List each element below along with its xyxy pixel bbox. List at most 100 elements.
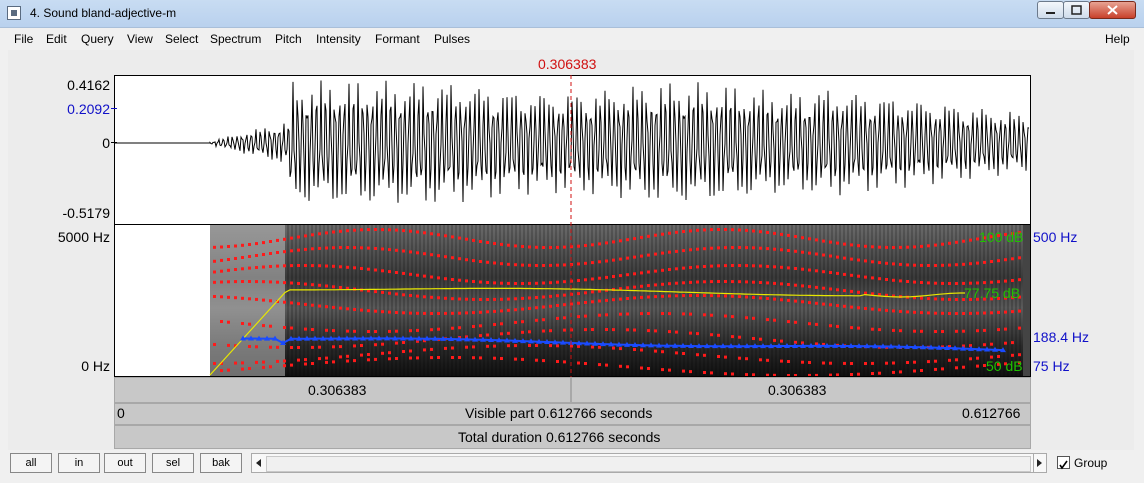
menu-view[interactable]: View [127, 32, 153, 46]
formant-point [815, 301, 818, 305]
formant-point [339, 265, 342, 269]
title-bar[interactable]: 4. Sound bland-adjective-m [0, 0, 1144, 28]
formant-point [304, 362, 307, 366]
formant-point [304, 302, 307, 306]
maximize-button[interactable] [1063, 1, 1090, 19]
formant-point [458, 257, 461, 261]
formant-point [661, 350, 664, 354]
formant-point [829, 361, 832, 365]
formant-point [976, 329, 979, 333]
formant-point [577, 292, 580, 296]
formant-point [976, 356, 979, 360]
formant-point [584, 244, 587, 247]
formant-point [738, 246, 741, 249]
formant-point [633, 272, 636, 276]
formant-point [262, 365, 265, 369]
formant-point [997, 328, 1000, 332]
formant-point [654, 295, 657, 299]
formant-point [843, 242, 846, 246]
formant-point [710, 280, 713, 284]
zoom-sel-button[interactable]: sel [152, 453, 194, 473]
menu-edit[interactable]: Edit [46, 32, 67, 46]
horizontal-scrollbar[interactable] [251, 453, 1046, 473]
formant-point [276, 264, 279, 268]
formant-point [584, 301, 587, 304]
menu-formant[interactable]: Formant [375, 32, 420, 46]
formant-point [507, 297, 510, 301]
formant-point [514, 357, 517, 361]
formant-point [528, 330, 531, 334]
formant-point [367, 330, 370, 333]
formant-point [682, 230, 685, 233]
formant-point [647, 295, 650, 299]
formant-point [1018, 278, 1021, 282]
formant-point [899, 262, 902, 266]
menu-select[interactable]: Select [165, 32, 198, 46]
formant-point [892, 361, 895, 365]
formant-point [878, 261, 881, 265]
formant-point [458, 297, 461, 301]
formant-point [836, 288, 839, 292]
waveform-yzero-label: 0 [102, 135, 110, 151]
menu-file[interactable]: File [14, 32, 33, 46]
waveform-ymin-label: -0.5179 [62, 205, 110, 221]
formant-point [262, 324, 265, 328]
menu-intensity[interactable]: Intensity [316, 32, 361, 46]
formant-point [710, 246, 713, 250]
scroll-left-arrow-icon[interactable] [254, 458, 264, 468]
menu-pitch[interactable]: Pitch [275, 32, 302, 46]
formant-point [836, 373, 839, 376]
formant-point [990, 311, 993, 315]
formant-point [416, 251, 419, 255]
formant-point [353, 308, 356, 311]
formant-point [591, 243, 594, 247]
formant-point [724, 372, 727, 376]
zoom-in-button[interactable]: in [58, 453, 100, 473]
menu-spectrum[interactable]: Spectrum [210, 32, 261, 46]
formant-point [815, 322, 818, 326]
formant-point [675, 267, 678, 271]
formant-point [696, 294, 699, 297]
window-icon[interactable] [7, 6, 21, 20]
formant-point [934, 243, 937, 247]
scroll-right-button[interactable] [1033, 453, 1047, 473]
formant-point [283, 300, 286, 304]
formant-point [990, 280, 993, 284]
formant-point [507, 344, 510, 348]
menu-query[interactable]: Query [81, 32, 114, 46]
formant-point [479, 260, 482, 263]
formant-point [311, 362, 314, 365]
minimize-button[interactable] [1037, 1, 1064, 19]
menu-pulses[interactable]: Pulses [434, 32, 470, 46]
zoom-all-button[interactable]: all [10, 453, 52, 473]
scroll-thumb[interactable] [266, 456, 1031, 472]
group-checkbox[interactable] [1057, 456, 1070, 470]
formant-point [885, 361, 888, 365]
formant-point [220, 295, 223, 299]
formant-point [290, 346, 293, 349]
formant-point [640, 254, 643, 258]
formant-point [437, 296, 440, 300]
zoom-back-button[interactable]: bak [200, 453, 242, 473]
formant-point [787, 320, 790, 324]
formant-point [325, 284, 328, 288]
zoom-out-button[interactable]: out [104, 453, 146, 473]
formant-point [409, 294, 412, 297]
formant-point [430, 253, 433, 257]
close-button[interactable] [1089, 1, 1136, 19]
formant-point [696, 280, 699, 284]
formant-point [493, 242, 496, 245]
formant-point [654, 252, 657, 256]
formant-point [668, 312, 671, 316]
formant-point [829, 287, 832, 291]
formant-point [808, 285, 811, 289]
formant-point [710, 228, 713, 232]
formant-point [283, 359, 286, 363]
formant-point [836, 324, 839, 328]
segment-left-label: 0.306383 [308, 382, 367, 398]
freq-bottom-label: 0 Hz [81, 358, 110, 374]
formant-point [248, 266, 251, 270]
formant-point [297, 264, 300, 267]
menu-help[interactable]: Help [1105, 32, 1130, 46]
minimize-icon [1046, 12, 1055, 14]
